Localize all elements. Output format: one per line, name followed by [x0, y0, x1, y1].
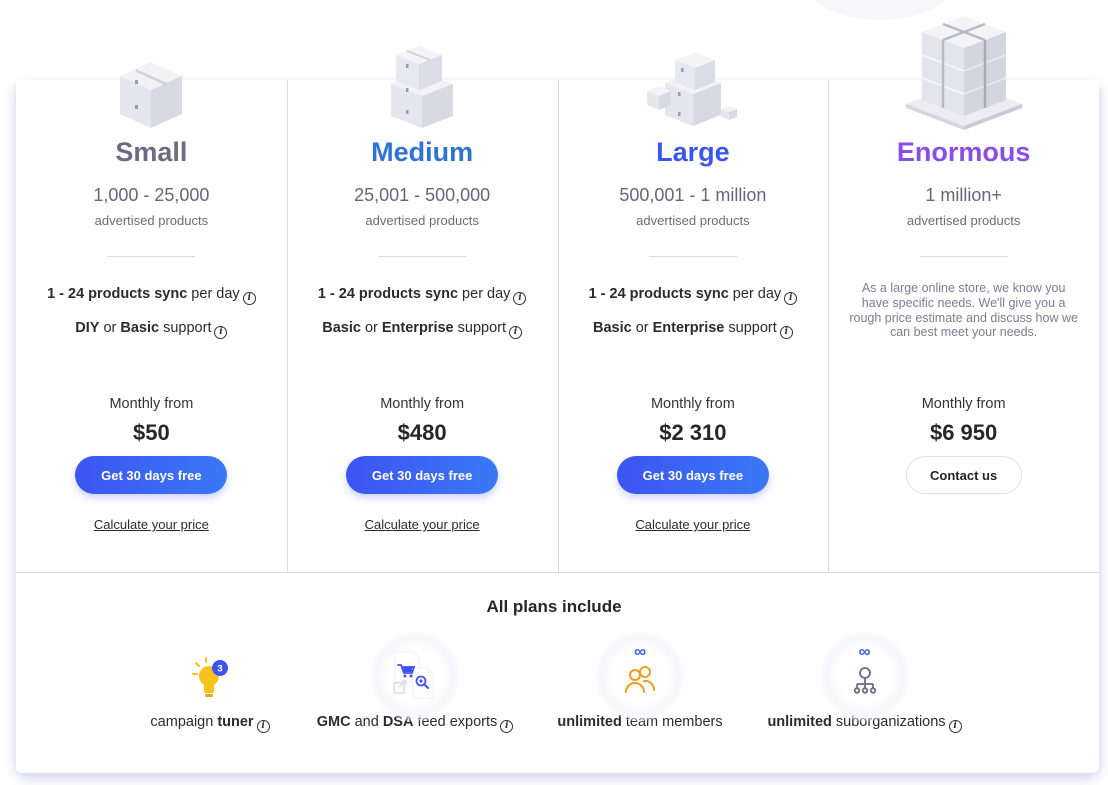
include-suborganizations: ∞ unlimited suborganizations i [752, 630, 977, 733]
plan-range: 1,000 - 25,000 [93, 185, 210, 205]
single-box-icon [16, 10, 287, 130]
plan-name: Medium [371, 137, 474, 167]
feature-text: per day [187, 286, 240, 302]
plan-range: 25,001 - 500,000 [354, 185, 491, 205]
feature-strong: Enterprise [652, 320, 725, 336]
calculate-price-link[interactable]: Calculate your price [287, 517, 558, 532]
plan-description: As a large online store, we know you hav… [849, 281, 1078, 340]
box-pile-icon [558, 10, 829, 130]
divider [107, 256, 196, 257]
feature-text: per day [458, 286, 511, 302]
info-icon[interactable]: i [214, 326, 228, 339]
plan-price: $2 310 [659, 420, 727, 445]
feature-strong: Enterprise [381, 320, 454, 336]
plan-enormous: Enormous 1 million+ advertised products … [828, 0, 1099, 572]
monthly-label: Monthly from [650, 396, 735, 412]
plan-unit: advertised products [365, 213, 479, 228]
feature-text: or [99, 320, 121, 336]
include-campaign-tuner: 3 campaign tuner i [110, 640, 310, 733]
include-team-members: ∞ unlimited team members [540, 630, 740, 730]
pallet-icon [828, 10, 1099, 130]
include-strong: unlimited [767, 714, 832, 730]
include-text: and [350, 714, 383, 730]
badge-count: 3 [217, 664, 222, 675]
include-feed-exports: GMC and DSA feed exports i [300, 630, 530, 733]
info-icon[interactable]: i [784, 292, 798, 305]
calculate-price-link[interactable]: Calculate your price [558, 517, 829, 532]
divider [919, 256, 1008, 257]
monthly-label: Monthly from [380, 396, 465, 412]
suborganizations-icon: ∞ [815, 630, 915, 722]
plan-unit: advertised products [94, 213, 209, 228]
plan-name: Large [656, 137, 730, 167]
feature-text: or [631, 320, 653, 336]
info-icon[interactable]: i [779, 326, 793, 339]
team-members-icon: ∞ [590, 630, 690, 722]
includes-title: All plans include [486, 597, 622, 616]
feature-support: Basic or Enterprise support i [287, 320, 558, 339]
lightbulb-icon: 3 [160, 640, 260, 712]
plan-name: Enormous [896, 137, 1031, 167]
contact-us-button[interactable]: Contact us [905, 456, 1022, 494]
include-label: campaign tuner i [110, 714, 310, 733]
divider [378, 256, 467, 257]
feature-sync: 1 - 24 products sync per day i [16, 286, 287, 305]
plan-range: 1 million+ [925, 185, 1002, 205]
feature-strong: 1 - 24 products sync [317, 286, 459, 302]
get-free-trial-button[interactable]: Get 30 days free [346, 456, 499, 494]
monthly-label: Monthly from [921, 396, 1006, 412]
calculate-price-link[interactable]: Calculate your price [16, 517, 287, 532]
plan-price: $480 [397, 420, 447, 445]
feed-export-icon [365, 630, 465, 722]
info-icon[interactable]: i [500, 720, 514, 733]
section-divider [16, 572, 1099, 573]
plan-medium: Medium 25,001 - 500,000 advertised produ… [286, 0, 558, 572]
feature-support: Basic or Enterprise support i [558, 320, 829, 339]
feature-strong: Basic [592, 320, 632, 336]
plan-unit: advertised products [906, 213, 1021, 228]
feature-text: per day [728, 286, 782, 302]
feature-strong: 1 - 24 products sync [47, 286, 188, 302]
monthly-label: Monthly from [109, 396, 194, 412]
feature-support: DIY or Basic support i [16, 320, 287, 339]
divider [648, 256, 737, 257]
plan-small: Small 1,000 - 25,000 advertised products… [16, 0, 287, 572]
info-icon[interactable]: i [242, 292, 256, 305]
plan-price: $50 [133, 420, 170, 445]
feature-text: support [159, 320, 212, 336]
stacked-boxes-icon [287, 10, 558, 130]
feature-text: or [360, 320, 382, 336]
plan-price: $6 950 [929, 420, 998, 445]
feature-sync: 1 - 24 products sync per day i [558, 286, 829, 305]
info-icon[interactable]: i [256, 720, 270, 733]
plans-row: Small 1,000 - 25,000 advertised products… [16, 0, 1099, 572]
info-icon[interactable]: i [513, 292, 527, 305]
plan-unit: advertised products [636, 213, 750, 228]
feature-strong: Basic [322, 320, 361, 336]
plan-name: Small [115, 137, 188, 167]
plan-large: Large 500,001 - 1 million advertised pro… [557, 0, 829, 572]
feature-strong: DIY [75, 320, 100, 336]
feature-text: support [453, 320, 507, 336]
info-icon[interactable]: i [509, 326, 523, 339]
feature-strong: 1 - 24 products sync [588, 286, 729, 302]
include-strong: GMC [316, 714, 351, 730]
feature-text: support [724, 320, 777, 336]
include-text: campaign [150, 714, 218, 730]
get-free-trial-button[interactable]: Get 30 days free [616, 456, 769, 494]
feature-sync: 1 - 24 products sync per day i [287, 286, 558, 305]
info-icon[interactable]: i [948, 720, 962, 733]
plan-range: 500,001 - 1 million [619, 185, 767, 205]
include-strong: unlimited [557, 714, 622, 730]
get-free-trial-button[interactable]: Get 30 days free [75, 456, 228, 494]
include-strong: tuner [217, 714, 254, 730]
feature-strong: Basic [120, 320, 160, 336]
